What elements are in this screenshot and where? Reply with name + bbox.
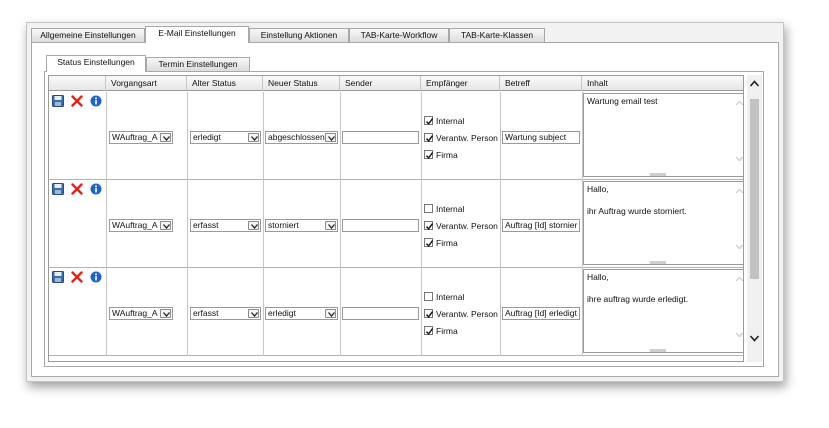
inhalt-line: ihr Auftrag wurde storniert. [587,206,687,216]
checkbox[interactable] [424,133,434,142]
inhalt-line [587,195,743,206]
resize-grip[interactable] [650,173,666,176]
tab-einstellung-aktionen[interactable]: Einstellung Aktionen [249,28,349,42]
header-sender[interactable]: Sender [340,76,421,91]
sender-input[interactable] [342,307,419,320]
status-email-grid: Vorgangsart Alter Status Neuer Status Se… [48,75,744,362]
chevron-down-icon [248,309,259,318]
chevron-down-icon [325,133,336,142]
scroll-up-icon[interactable] [749,79,760,90]
tab-tab-karte-workflow[interactable]: TAB-Karte-Workflow [349,28,449,42]
tab-email-einstellungen[interactable]: E-Mail Einstellungen [145,26,249,43]
vorgangsart-select[interactable]: WAuftrag_A [109,131,173,144]
header-betreff[interactable]: Betreff [500,76,582,91]
inhalt-textarea[interactable]: Wartung email test [583,93,743,177]
inhalt-line: Hallo, [587,184,609,194]
vorgangsart-select[interactable]: WAuftrag_A [109,307,173,320]
checkbox[interactable] [424,238,434,247]
save-icon[interactable] [52,95,64,107]
tab-termin-einstellungen[interactable]: Termin Einstellungen [146,57,250,71]
neuer-status-select[interactable]: erledigt [265,307,338,320]
save-icon[interactable] [52,183,64,195]
header-vorgangsart[interactable]: Vorgangsart [106,76,187,91]
resize-grip[interactable] [650,349,666,352]
table-row: WAuftrag_A erledigt abgeschlossen Intern… [49,92,743,180]
header-inhalt[interactable]: Inhalt [582,76,743,91]
chevron-down-icon [160,309,171,318]
checkbox[interactable] [424,116,434,125]
table-row: WAuftrag_A erfasst erledigt Internal Ver… [49,268,743,356]
tab-tab-karte-klassen[interactable]: TAB-Karte-Klassen [449,28,545,42]
inhalt-textarea[interactable]: Hallo, ihr Auftrag wurde storniert. [583,181,743,265]
delete-icon[interactable] [71,271,83,283]
table-row: WAuftrag_A erfasst storniert Internal Ve… [49,180,743,268]
inhalt-line: Wartung email test [587,96,658,106]
scrollbar-thumb[interactable] [750,99,759,279]
checkbox[interactable] [424,326,434,335]
checkbox[interactable] [424,221,434,230]
chevron-down-icon [325,309,336,318]
chevron-down-icon [248,133,259,142]
chevron-down-icon [160,221,171,230]
checkbox[interactable] [424,204,433,213]
grid-scrollbar[interactable] [747,75,762,362]
inhalt-textarea[interactable]: Hallo, ihre auftrag wurde erledigt. [583,269,743,353]
header-neuer-status[interactable]: Neuer Status [263,76,340,91]
header-empfaenger[interactable]: Empfänger [421,76,500,91]
checkbox[interactable] [424,150,434,159]
grid-header: Vorgangsart Alter Status Neuer Status Se… [49,76,743,91]
tab-allgemeine-einstellungen[interactable]: Allgemeine Einstellungen [31,28,145,42]
info-icon[interactable] [90,183,102,195]
sender-input[interactable] [342,219,419,232]
betreff-input[interactable]: Auftrag [Id] stornier [502,219,580,232]
header-alter-status[interactable]: Alter Status [187,76,263,91]
neuer-status-select[interactable]: storniert [265,219,338,232]
status-settings-panel: Vorgangsart Alter Status Neuer Status Se… [44,71,764,367]
vorgangsart-select[interactable]: WAuftrag_A [109,219,173,232]
betreff-input[interactable]: Wartung subject [502,131,580,144]
settings-window: Allgemeine Einstellungen E-Mail Einstell… [26,22,784,382]
checkbox[interactable] [424,309,434,318]
betreff-input[interactable]: Auftrag [Id] erledigt [502,307,580,320]
chevron-down-icon [325,221,336,230]
inhalt-line [587,283,743,294]
textarea-scrollbar[interactable] [733,182,743,260]
inhalt-line: Hallo, [587,272,609,282]
chevron-down-icon [248,221,259,230]
delete-icon[interactable] [71,95,83,107]
info-icon[interactable] [90,271,102,283]
neuer-status-select[interactable]: abgeschlossen [265,131,338,144]
alter-status-select[interactable]: erfasst [190,219,261,232]
tab-status-einstellungen[interactable]: Status Einstellungen [46,55,146,72]
info-icon[interactable] [90,95,102,107]
textarea-scrollbar[interactable] [733,94,743,172]
delete-icon[interactable] [71,183,83,195]
alter-status-select[interactable]: erledigt [190,131,261,144]
resize-grip[interactable] [650,261,666,264]
inhalt-line: ihre auftrag wurde erledigt. [587,294,689,304]
header-actions [49,76,106,91]
textarea-scrollbar[interactable] [733,270,743,348]
save-icon[interactable] [52,271,64,283]
scroll-down-icon[interactable] [749,334,760,345]
checkbox[interactable] [424,292,433,301]
email-settings-panel: Status Einstellungen Termin Einstellunge… [31,42,779,377]
chevron-down-icon [160,133,171,142]
sender-input[interactable] [342,131,419,144]
alter-status-select[interactable]: erfasst [190,307,261,320]
